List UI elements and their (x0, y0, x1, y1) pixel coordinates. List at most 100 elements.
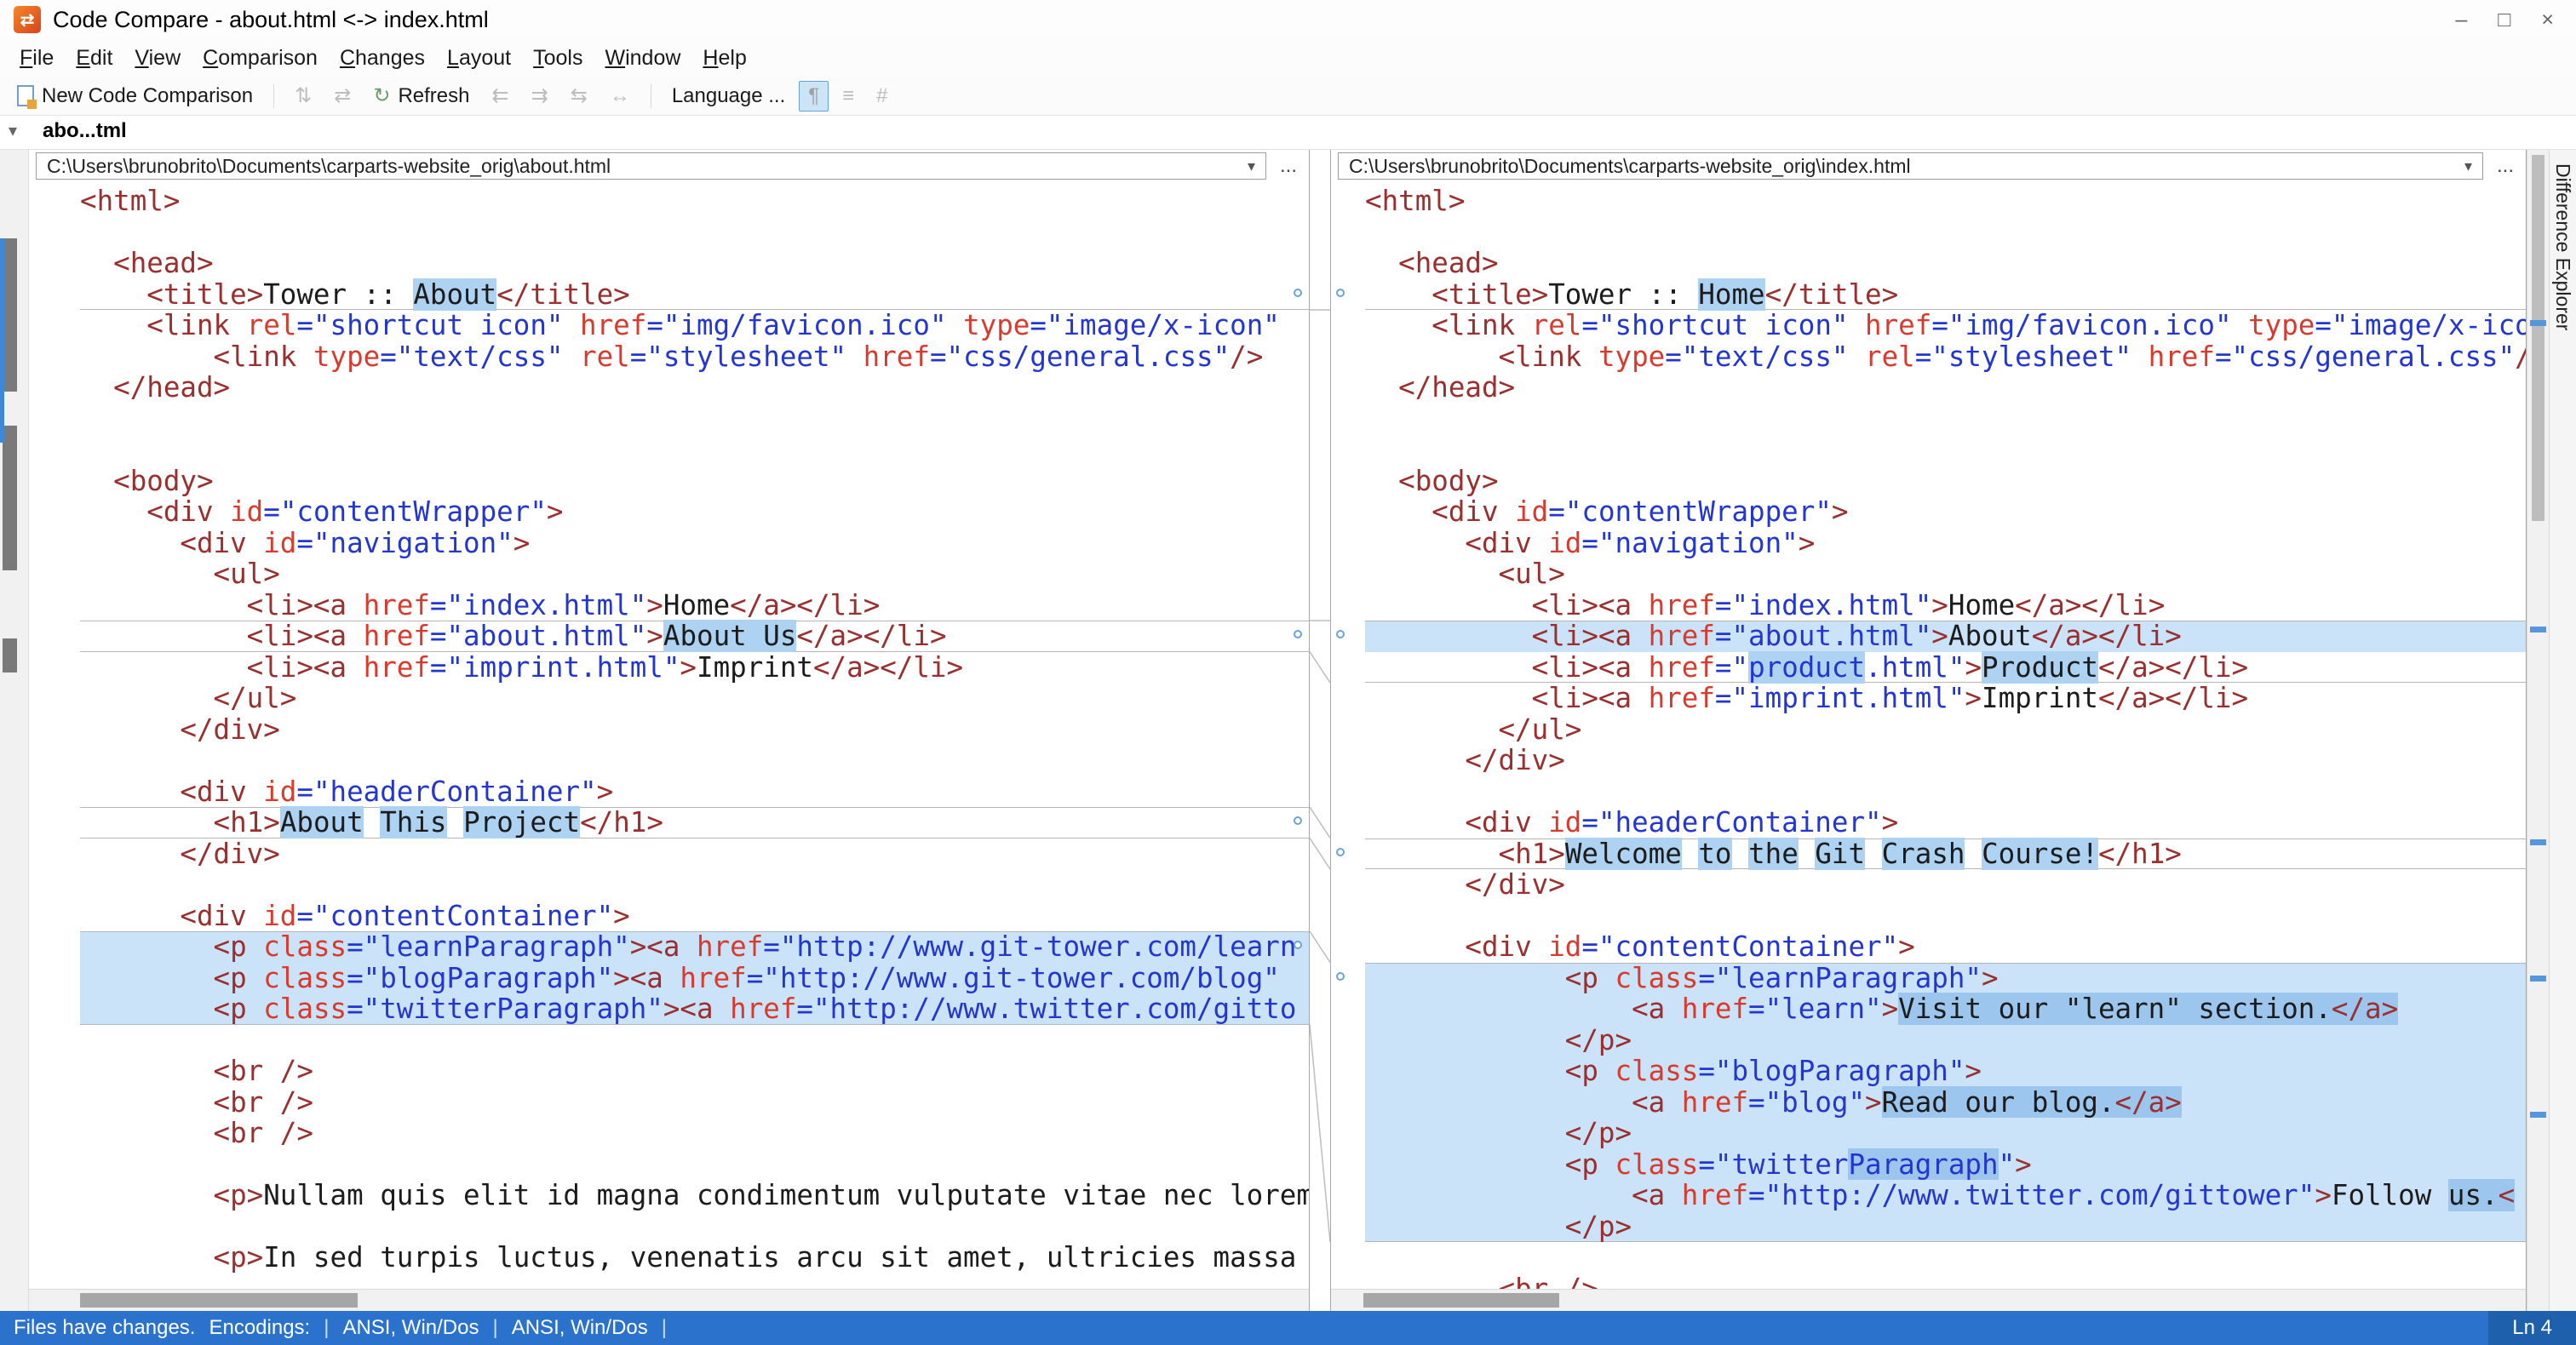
line-indicator: Ln 4 (2488, 1311, 2576, 1345)
menu-item-window[interactable]: Window (594, 44, 691, 72)
language-menu[interactable]: Language ... (663, 82, 794, 111)
left-file-path: C:\Users\brunobrito\Documents\carparts-w… (47, 154, 611, 177)
refresh-button[interactable]: ↻ Refresh (364, 81, 478, 111)
encodings-label: Encodings: (209, 1316, 311, 1339)
diff-map-block[interactable] (3, 426, 17, 570)
code-line: <p class="blogParagraph"><a href="http:/… (80, 962, 1309, 993)
swap-sides-button[interactable]: ⇆ (562, 81, 596, 111)
merge-change-marker-icon[interactable] (1336, 630, 1345, 638)
right-browse-button[interactable]: ... (2492, 154, 2519, 178)
right-hscrollbar[interactable] (1331, 1289, 2526, 1311)
diff-scroll-mark[interactable] (2530, 839, 2546, 845)
menu-item-edit[interactable]: Edit (65, 44, 123, 72)
menu-item-view[interactable]: View (123, 44, 192, 72)
menu-item-file[interactable]: File (9, 44, 65, 72)
difference-explorer-tab[interactable]: Difference Explorer (2549, 150, 2576, 1311)
code-line: </head> (1365, 371, 1516, 404)
toolbar: New Code Comparison ⇅ ⇄ ↻ Refresh ⇇ ⇉ ⇆ ↔ Languag… (0, 77, 2576, 116)
right-vscrollbar[interactable] (2527, 150, 2549, 1311)
diff-scroll-mark[interactable] (2530, 627, 2546, 632)
diff-map-block[interactable] (3, 238, 17, 392)
word-wrap-toggle[interactable]: ≡ (834, 82, 863, 111)
code-line: <h1>About This Project</h1> (80, 806, 1309, 838)
code-line: <ul> (80, 558, 280, 590)
left-file-path-combo[interactable]: C:\Users\brunobrito\Documents\carparts-w… (36, 152, 1266, 180)
diff-connectors (1310, 309, 1330, 1243)
right-pane: C:\Users\brunobrito\Documents\carparts-w… (1330, 150, 2527, 1311)
merge-change-marker-icon[interactable] (1336, 288, 1345, 297)
diff-map-block[interactable] (3, 638, 17, 672)
code-line: </ul> (80, 682, 297, 714)
menu-item-tools[interactable]: Tools (522, 44, 594, 72)
title-bar: ⇄ Code Compare - about.html <-> index.ht… (0, 0, 2576, 39)
code-line: <div id="contentContainer"> (80, 899, 630, 932)
copy-to-right-button[interactable]: ⇉ (523, 81, 557, 111)
code-line: <li><a href="imprint.html">Imprint</a></… (80, 650, 964, 684)
merge-change-marker-icon[interactable] (1294, 630, 1302, 638)
merge-change-marker-icon[interactable] (1336, 847, 1345, 856)
refresh-button-label: Refresh (398, 83, 470, 107)
code-line: <a href="learn">Visit our "learn" sectio… (1365, 993, 2526, 1025)
menu-item-changes[interactable]: Changes (329, 44, 436, 72)
restore-button[interactable]: □ (2498, 8, 2510, 32)
code-line: <link type="text/css" rel="stylesheet" h… (1365, 340, 2526, 373)
left-overview-ruler[interactable] (0, 150, 29, 1311)
left-code-area[interactable]: <html> <head> <title>Tower :: About</tit… (29, 182, 1309, 1289)
code-line: <p class="learnParagraph"> (1336, 962, 2526, 993)
code-line: <div id="navigation"> (1365, 526, 1816, 559)
diff-scroll-mark[interactable] (2530, 976, 2546, 982)
show-whitespace-toggle[interactable]: ¶ (799, 80, 829, 112)
diff-scroll-mark[interactable] (2530, 1112, 2546, 1118)
merge-button[interactable]: ↔ (601, 82, 639, 111)
merge-change-marker-icon[interactable] (1336, 971, 1345, 981)
right-hscrollbar-thumb[interactable] (1363, 1293, 1559, 1308)
line-numbers-toggle[interactable]: # (868, 82, 896, 111)
new-code-comparison-button-label: New Code Comparison (42, 83, 254, 107)
tab-list-dropdown-icon[interactable]: ▾ (9, 120, 17, 141)
left-encoding[interactable]: ANSI, Win/Dos (342, 1316, 479, 1340)
next-change-button[interactable]: ⇄ (325, 81, 359, 111)
close-button[interactable]: × (2541, 8, 2554, 32)
merge-change-marker-icon[interactable] (1294, 941, 1302, 949)
next-change-button-icon: ⇄ (334, 84, 352, 107)
merge-change-marker-icon[interactable] (1294, 288, 1302, 297)
new-code-comparison-button[interactable]: New Code Comparison (9, 82, 261, 111)
document-tab[interactable]: abo...tml (26, 115, 144, 149)
code-line: <li><a href="imprint.html">Imprint</a></… (1365, 682, 2249, 714)
right-file-path-combo[interactable]: C:\Users\brunobrito\Documents\carparts-w… (1338, 152, 2483, 180)
previous-change-button[interactable]: ⇅ (286, 81, 320, 111)
left-hscrollbar-thumb[interactable] (80, 1293, 358, 1308)
code-line: <p class="twitterParagraph"> (1365, 1148, 2526, 1181)
code-line: <p>In sed turpis luctus, venenatis arcu … (80, 1241, 1297, 1273)
copy-to-left-button[interactable]: ⇇ (483, 81, 517, 111)
right-encoding[interactable]: ANSI, Win/Dos (512, 1316, 648, 1340)
minimize-button[interactable]: – (2455, 8, 2467, 32)
code-line: </div> (80, 837, 280, 870)
code-line: <li><a href="index.html">Home</a></li> (80, 588, 881, 621)
chevron-down-icon[interactable]: ▾ (1239, 157, 1255, 175)
chevron-down-icon[interactable]: ▾ (2456, 157, 2472, 175)
menu-item-help[interactable]: Help (691, 44, 757, 72)
code-line: <p class="blogParagraph"> (1365, 1056, 2526, 1087)
difference-explorer-label: Difference Explorer (2552, 163, 2574, 331)
compare-area: C:\Users\brunobrito\Documents\carparts-w… (0, 150, 2576, 1311)
diff-scroll-mark[interactable] (2530, 320, 2546, 326)
word-wrap-toggle-icon: ≡ (842, 83, 855, 107)
code-line: </p> (1365, 1210, 2526, 1242)
line-numbers-toggle-icon: # (876, 83, 888, 107)
right-code-area[interactable]: <html> <head> <title>Tower :: Home</titl… (1331, 182, 2526, 1289)
merge-change-marker-icon[interactable] (1294, 816, 1302, 825)
menu-item-comparison[interactable]: Comparison (192, 44, 329, 72)
right-vscrollbar-thumb[interactable] (2532, 155, 2544, 521)
left-browse-button[interactable]: ... (1275, 154, 1302, 178)
diff-gutter (1310, 150, 1330, 1311)
left-hscrollbar[interactable] (29, 1289, 1309, 1311)
menu-item-layout[interactable]: Layout (436, 44, 522, 72)
